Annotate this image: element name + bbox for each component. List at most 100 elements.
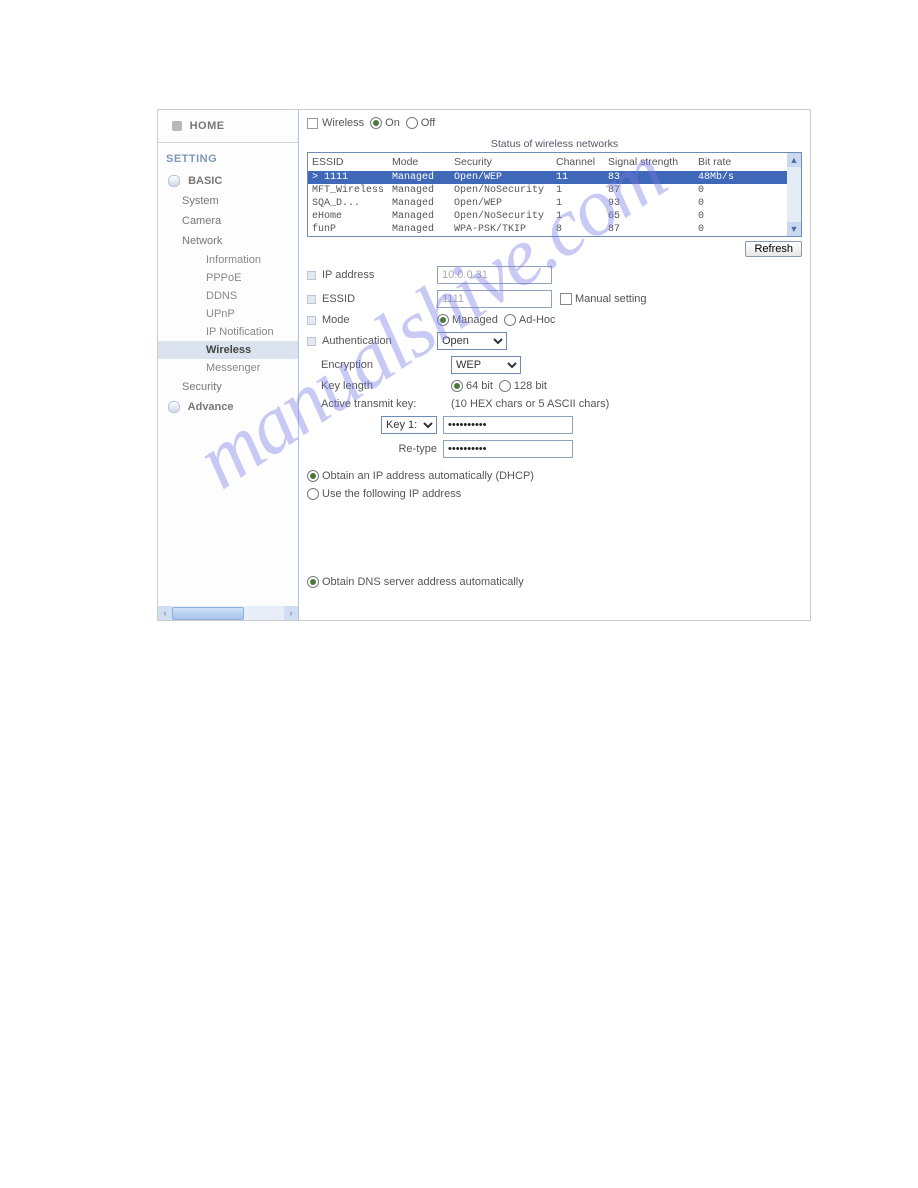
dns-auto-label: Obtain DNS server address automatically: [322, 576, 524, 588]
nav-upnp[interactable]: UPnP: [158, 305, 298, 323]
col-security: Security: [454, 156, 556, 168]
bullet-icon: [307, 271, 316, 280]
row-essid: ESSID Manual setting: [307, 287, 802, 311]
nav-network-label: Network: [182, 235, 222, 247]
row-ipaddress: IP address: [307, 263, 802, 287]
nav-ddns[interactable]: DDNS: [158, 287, 298, 305]
nav-advance-label: Advance: [188, 401, 234, 413]
auth-label: Authentication: [322, 335, 392, 347]
radio-on[interactable]: [370, 117, 382, 129]
setting-header: SETTING: [158, 143, 298, 171]
ip-address-input[interactable]: [437, 266, 552, 284]
wireless-checkbox[interactable]: [307, 118, 318, 129]
network-row[interactable]: > 1111ManagedOpen/WEP118348Mb/s: [308, 171, 801, 184]
scroll-up-icon[interactable]: ▲: [787, 153, 801, 167]
col-channel: Channel: [556, 156, 608, 168]
networks-panel: Status of wireless networks ESSID Mode S…: [307, 138, 802, 261]
manual-setting-label: Manual setting: [575, 293, 647, 305]
scroll-down-icon[interactable]: ▼: [787, 222, 801, 236]
row-key1: Key 1:: [307, 413, 802, 437]
row-keylen: Key length 64 bit 128 bit: [307, 377, 802, 395]
scroll-left-icon[interactable]: ‹: [158, 606, 172, 620]
radio-dhcp[interactable]: [307, 470, 319, 482]
radio-dns-auto[interactable]: [307, 576, 319, 588]
nav-security-label: Security: [182, 381, 222, 393]
row-atk: Active transmit key: (10 HEX chars or 5 …: [307, 395, 802, 413]
retype-label: Re-type: [307, 443, 443, 455]
network-row[interactable]: MFT_WirelessManagedOpen/NoSecurity1870: [308, 184, 801, 197]
home-label: HOME: [190, 120, 225, 132]
essid-label: ESSID: [322, 293, 355, 305]
networks-title: Status of wireless networks: [307, 138, 802, 152]
scroll-track[interactable]: [172, 606, 284, 620]
col-signal: Signal strength: [608, 156, 698, 168]
nav-camera[interactable]: Camera: [158, 211, 298, 231]
enc-label: Encryption: [307, 359, 451, 371]
networks-vscroll[interactable]: ▲ ▼: [787, 153, 801, 236]
networks-table: ESSID Mode Security Channel Signal stren…: [307, 152, 802, 237]
scroll-right-icon[interactable]: ›: [284, 606, 298, 620]
home-link[interactable]: HOME: [158, 110, 298, 143]
off-label: Off: [421, 117, 435, 129]
nav-pppoe[interactable]: PPPoE: [158, 269, 298, 287]
row-auth: Authentication Open: [307, 329, 802, 353]
col-essid: ESSID: [312, 156, 392, 168]
radio-managed[interactable]: [437, 314, 449, 326]
networks-header: ESSID Mode Security Channel Signal stren…: [308, 153, 801, 171]
dhcp-label: Obtain an IP address automatically (DHCP…: [322, 470, 534, 482]
nav-wireless[interactable]: Wireless: [158, 341, 298, 359]
sidebar-hscroll[interactable]: ‹ ›: [158, 606, 298, 620]
key1-input[interactable]: [443, 416, 573, 434]
auth-select[interactable]: Open: [437, 332, 507, 350]
network-row[interactable]: SQA_D...ManagedOpen/WEP1930: [308, 197, 801, 210]
managed-label: Managed: [452, 314, 498, 326]
nav-basic[interactable]: BASIC: [158, 171, 298, 191]
wireless-form: IP address ESSID Manual setting Mode Man…: [307, 263, 802, 591]
nav-security[interactable]: Security: [158, 377, 298, 397]
ip-address-label: IP address: [322, 269, 374, 281]
radio-128bit[interactable]: [499, 380, 511, 392]
nav-basic-label: BASIC: [188, 175, 222, 187]
atk-label: Active transmit key:: [307, 398, 451, 410]
sidebar: HOME SETTING BASIC System Camera Network…: [158, 110, 299, 620]
bullet-icon: [307, 295, 316, 304]
nav-information[interactable]: Information: [158, 251, 298, 269]
nav-advance[interactable]: Advance: [158, 397, 298, 417]
refresh-button[interactable]: Refresh: [745, 241, 802, 257]
mode-label: Mode: [322, 314, 350, 326]
col-bitrate: Bit rate: [698, 156, 744, 168]
row-retype: Re-type: [307, 437, 802, 461]
nav-system[interactable]: System: [158, 191, 298, 211]
ip-options: Obtain an IP address automatically (DHCP…: [307, 467, 802, 591]
home-icon: [172, 121, 182, 131]
essid-input[interactable]: [437, 290, 552, 308]
chevron-icon: [168, 175, 180, 187]
radio-off[interactable]: [406, 117, 418, 129]
nav-network[interactable]: Network: [158, 231, 298, 251]
network-row[interactable]: funPManagedWPA-PSK/TKIP8870: [308, 223, 801, 236]
app-frame: HOME SETTING BASIC System Camera Network…: [157, 109, 811, 621]
static-ip-label: Use the following IP address: [322, 488, 461, 500]
wireless-toggle-row: Wireless On Off: [307, 114, 802, 132]
radio-static-ip[interactable]: [307, 488, 319, 500]
main-panel: Wireless On Off Status of wireless netwo…: [299, 110, 810, 620]
scroll-track[interactable]: [787, 167, 801, 222]
chevron-icon: [168, 401, 180, 413]
nav-messenger[interactable]: Messenger: [158, 359, 298, 377]
refresh-row: Refresh: [307, 237, 802, 261]
retype-input[interactable]: [443, 440, 573, 458]
keylen-64-label: 64 bit: [466, 380, 493, 392]
radio-adhoc[interactable]: [504, 314, 516, 326]
network-row[interactable]: eHomeManagedOpen/NoSecurity1650: [308, 210, 801, 223]
row-mode: Mode Managed Ad-Hoc: [307, 311, 802, 329]
radio-64bit[interactable]: [451, 380, 463, 392]
encryption-select[interactable]: WEP: [451, 356, 521, 374]
scroll-thumb[interactable]: [172, 607, 244, 620]
keylen-128-label: 128 bit: [514, 380, 547, 392]
manual-setting-checkbox[interactable]: [560, 293, 572, 305]
on-label: On: [385, 117, 400, 129]
nav-system-label: System: [182, 195, 219, 207]
key-select[interactable]: Key 1:: [381, 416, 437, 434]
nav-ipnotification[interactable]: IP Notification: [158, 323, 298, 341]
keylen-label: Key length: [307, 380, 451, 392]
